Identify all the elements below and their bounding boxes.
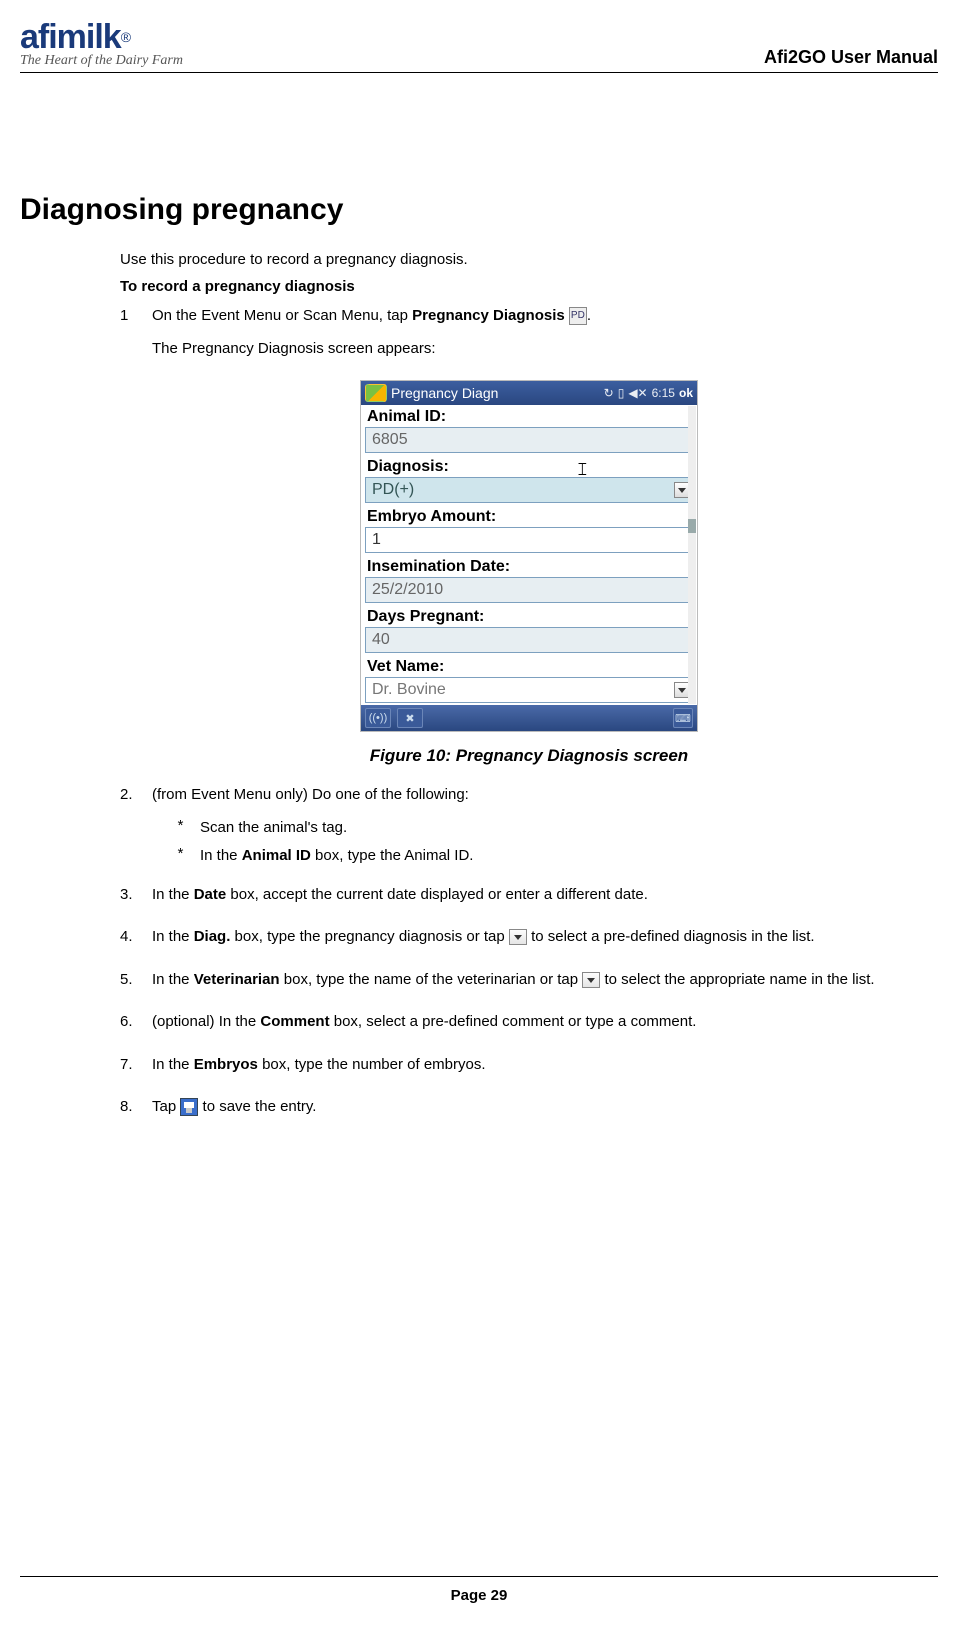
scan-icon[interactable]: ((•)) [365,708,391,728]
step-number: 3. [120,884,152,917]
delete-icon[interactable]: ✖ [397,708,423,728]
step-number: 2. [120,784,152,874]
keyboard-icon[interactable]: ⌨ [673,708,693,728]
label-diagnosis: Diagnosis: [361,455,697,477]
step-text: On the Event Menu or Scan Menu, tap Preg… [152,305,938,328]
field-vet-name[interactable]: Dr. Bovine [365,677,693,703]
step-text-2: The Pregnancy Diagnosis screen appears: [152,338,938,361]
step-7: 7. In the Embryos box, type the number o… [120,1054,938,1087]
signal-icon: ▯ [618,386,625,400]
step-text: In the Date box, accept the current date… [152,884,938,907]
step-8: 8. Tap to save the entry. [120,1096,938,1129]
sync-icon[interactable]: ↻ [604,386,614,400]
bottom-toolbar: ((•)) ✖ ⌨ [361,705,697,731]
procedure-subhead: To record a pregnancy diagnosis [120,278,938,295]
page-footer: Page 29 [20,1576,938,1604]
label-animal-id: Animal ID: [361,405,697,427]
form-area: Animal ID: 6805 Diagnosis: PD(+) Embryo … [361,405,697,703]
ok-button[interactable]: ok [679,386,693,400]
logo-tagline: The Heart of the Dairy Farm [20,54,183,68]
label-insemination-date: Insemination Date: [361,555,697,577]
field-animal-id[interactable]: 6805 [365,427,693,453]
bullet-mark: * [176,845,200,868]
step-number: 5. [120,969,152,1002]
step-text: (optional) In the Comment box, select a … [152,1011,938,1034]
field-diagnosis[interactable]: PD(+) [365,477,693,503]
logo-registered: ® [121,29,131,45]
logo-text: afimilk [20,18,121,56]
label-days-pregnant: Days Pregnant: [361,605,697,627]
field-days-pregnant[interactable]: 40 [365,627,693,653]
step-text: In the Veterinarian box, type the name o… [152,969,938,992]
chevron-down-icon [582,972,600,988]
intro-text: Use this procedure to record a pregnancy… [120,251,938,268]
bullet-item: * In the Animal ID box, type the Animal … [176,845,938,868]
step-text: Tap to save the entry. [152,1096,938,1119]
label-vet-name: Vet Name: [361,655,697,677]
step-number: 4. [120,926,152,959]
window-title: Pregnancy Diagn [391,385,600,401]
page-number: Page 29 [451,1587,508,1604]
step-number: 8. [120,1096,152,1129]
field-embryo-amount[interactable]: 1 [365,527,693,553]
step-1: 1 On the Event Menu or Scan Menu, tap Pr… [120,305,938,370]
page-header: afimilk® The Heart of the Dairy Farm Afi… [20,20,938,73]
window-titlebar: Pregnancy Diagn ↻ ▯ ◀✕ 6:15 ok [361,381,697,405]
document-title: Afi2GO User Manual [764,47,938,68]
bullet-item: * Scan the animal's tag. [176,817,938,840]
figure-10: Pregnancy Diagn ↻ ▯ ◀✕ 6:15 ok Animal ID… [120,380,938,766]
step-4: 4. In the Diag. box, type the pregnancy … [120,926,938,959]
figure-caption: Figure 10: Pregnancy Diagnosis screen [120,746,938,766]
clock-text: 6:15 [652,386,675,400]
step-6: 6. (optional) In the Comment box, select… [120,1011,938,1044]
step-number: 7. [120,1054,152,1087]
field-insemination-date[interactable]: 25/2/2010 [365,577,693,603]
step-text: (from Event Menu only) Do one of the fol… [152,784,938,807]
start-icon[interactable] [365,384,387,402]
device-screenshot: Pregnancy Diagn ↻ ▯ ◀✕ 6:15 ok Animal ID… [360,380,698,732]
text-cursor-icon: 𝙸 [576,459,589,480]
scrollbar-thumb[interactable] [688,519,696,533]
volume-icon[interactable]: ◀✕ [628,386,647,400]
bullet-mark: * [176,817,200,840]
step-3: 3. In the Date box, accept the current d… [120,884,938,917]
step-2: 2. (from Event Menu only) Do one of the … [120,784,938,874]
step-text: In the Embryos box, type the number of e… [152,1054,938,1077]
chevron-down-icon [509,929,527,945]
step-5: 5. In the Veterinarian box, type the nam… [120,969,938,1002]
scrollbar[interactable] [688,406,696,704]
step-number: 1 [120,305,152,370]
content-body: Use this procedure to record a pregnancy… [120,251,938,1129]
logo: afimilk® The Heart of the Dairy Farm [20,20,183,68]
step-number: 6. [120,1011,152,1044]
step-text: In the Diag. box, type the pregnancy dia… [152,926,938,949]
label-embryo-amount: Embryo Amount: [361,505,697,527]
save-icon [180,1098,198,1116]
pd-icon: PD [569,307,587,325]
section-heading: Diagnosing pregnancy [20,193,938,227]
